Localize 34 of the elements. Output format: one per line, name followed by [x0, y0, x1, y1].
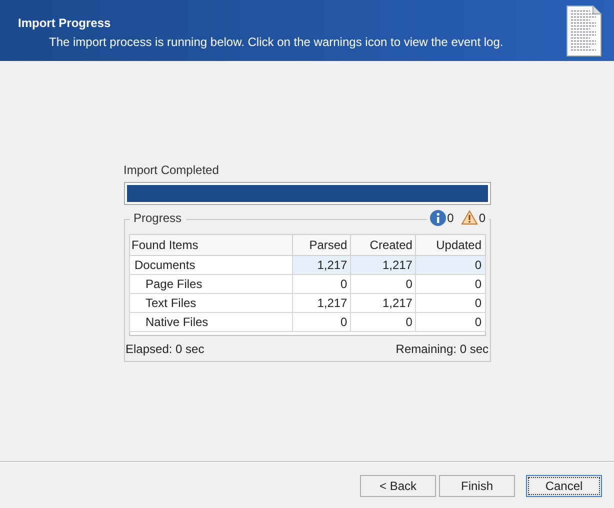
table-cell: Text Files [129, 293, 292, 312]
table-cell: 0 [292, 312, 351, 331]
table-cell: 0 [416, 312, 485, 331]
table-cell: 0 [350, 274, 416, 293]
table-cell: 0 [292, 274, 351, 293]
column-header[interactable]: Updated [416, 234, 485, 255]
table-cell: 0 [416, 293, 485, 312]
info-icon[interactable] [430, 210, 446, 226]
column-header[interactable]: Parsed [292, 234, 351, 255]
table-cell: 1,217 [350, 255, 416, 274]
warning-count: 0 [478, 210, 486, 226]
status-label: Import Completed [124, 162, 220, 178]
elapsed-time: Elapsed: 0 sec [126, 340, 204, 358]
info-count: 0 [447, 210, 454, 226]
table-cell: 1,217 [350, 293, 416, 312]
table-cell: 1,217 [292, 293, 351, 312]
table-cell: 1,217 [292, 255, 351, 274]
dialog-button[interactable]: < Back [360, 474, 436, 496]
table-cell: 0 [350, 312, 416, 331]
document-icon [566, 5, 602, 57]
column-header[interactable]: Found Items [129, 234, 292, 255]
dialog-button[interactable]: Cancel [526, 474, 602, 496]
warning-icon[interactable] [460, 210, 478, 225]
header-subtitle: The import process is running below. Click on the warnings icon to view the event log. [48, 34, 504, 51]
group-title: Progress [130, 210, 186, 224]
table-cell: Documents [129, 255, 292, 274]
table-cell: Page Files [129, 274, 292, 293]
header-title: Import Progress [18, 15, 112, 32]
table-cell: Native Files [129, 312, 292, 331]
column-header[interactable]: Created [350, 234, 416, 255]
table-cell: 0 [416, 274, 485, 293]
table-cell: 0 [416, 255, 485, 274]
remaining-time: Remaining: 0 sec [396, 340, 488, 358]
dialog-button[interactable]: Finish [439, 474, 515, 496]
